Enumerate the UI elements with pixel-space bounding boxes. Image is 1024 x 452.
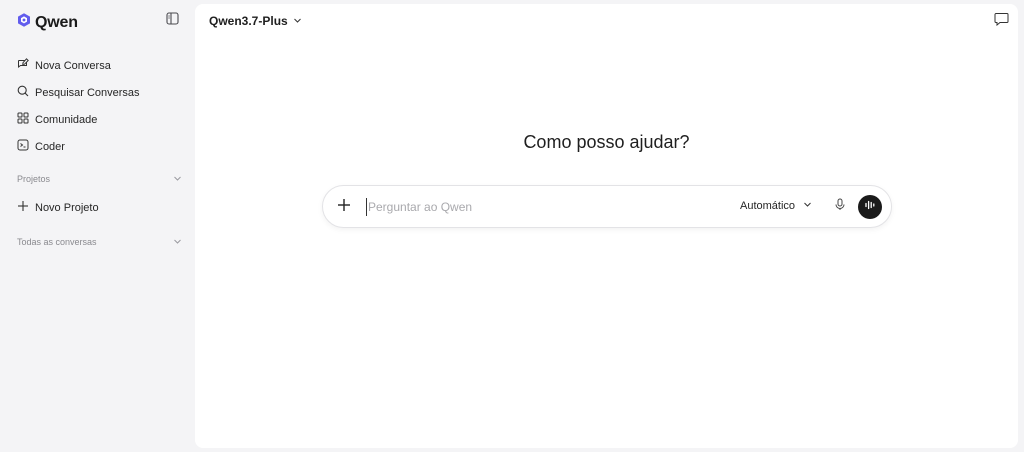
sidebar: Qwen Nova Conversa Pesquisar Conversas C… — [0, 0, 194, 452]
new-project-label: Novo Projeto — [35, 201, 99, 214]
sidebar-item-label: Comunidade — [35, 113, 98, 126]
plus-icon — [337, 198, 351, 217]
section-heading: Todas as conversas — [17, 237, 97, 247]
new-project-container: Novo Projeto — [10, 194, 186, 221]
voice-mode-button[interactable] — [858, 195, 882, 219]
sidebar-nav: Nova Conversa Pesquisar Conversas Comuni… — [10, 52, 186, 160]
main-panel: Qwen3.7-Plus Como posso ajudar? Automáti… — [195, 4, 1018, 448]
sidebar-toggle-button[interactable] — [164, 12, 180, 30]
terminal-icon — [17, 139, 29, 154]
brand-name: Qwen — [35, 13, 78, 31]
all-conversations-section-toggle[interactable]: Todas as conversas — [17, 234, 182, 250]
feedback-button[interactable] — [993, 12, 1009, 31]
chevron-down-icon — [293, 14, 302, 28]
microphone-button[interactable] — [831, 198, 849, 216]
attach-button[interactable] — [335, 198, 353, 216]
page-title: Como posso ajudar? — [523, 132, 690, 152]
microphone-icon — [834, 198, 846, 216]
new-chat-icon — [17, 58, 29, 73]
model-name: Qwen3.7-Plus — [209, 14, 288, 28]
plus-icon — [17, 200, 29, 215]
model-selector[interactable]: Qwen3.7-Plus — [209, 14, 302, 28]
prompt-input[interactable] — [366, 198, 716, 216]
new-project-button[interactable]: Novo Projeto — [10, 194, 186, 221]
chevron-down-icon — [173, 237, 182, 248]
mode-label: Automático — [740, 200, 796, 212]
chevron-down-icon — [173, 174, 182, 185]
waveform-icon — [864, 198, 876, 216]
sidebar-item-pesquisar-conversas[interactable]: Pesquisar Conversas — [10, 79, 186, 106]
grid-icon — [17, 112, 29, 127]
search-icon — [17, 85, 29, 100]
chevron-down-icon — [803, 200, 812, 212]
qwen-logo-icon — [16, 12, 32, 33]
projects-section-toggle[interactable]: Projetos — [17, 171, 182, 187]
section-heading: Projetos — [17, 174, 51, 184]
sidebar-item-comunidade[interactable]: Comunidade — [10, 106, 186, 133]
brand-logo[interactable]: Qwen — [16, 12, 78, 33]
sidebar-item-nova-conversa[interactable]: Nova Conversa — [10, 52, 186, 79]
chat-composer: Automático — [322, 185, 892, 228]
mode-selector[interactable]: Automático — [740, 200, 812, 212]
sidebar-item-label: Pesquisar Conversas — [35, 86, 140, 99]
sidebar-item-label: Nova Conversa — [35, 59, 111, 72]
sidebar-item-coder[interactable]: Coder — [10, 133, 186, 160]
chat-bubble-icon — [994, 12, 1009, 31]
sidebar-item-label: Coder — [35, 140, 65, 153]
sidebar-panel-icon — [165, 12, 179, 30]
